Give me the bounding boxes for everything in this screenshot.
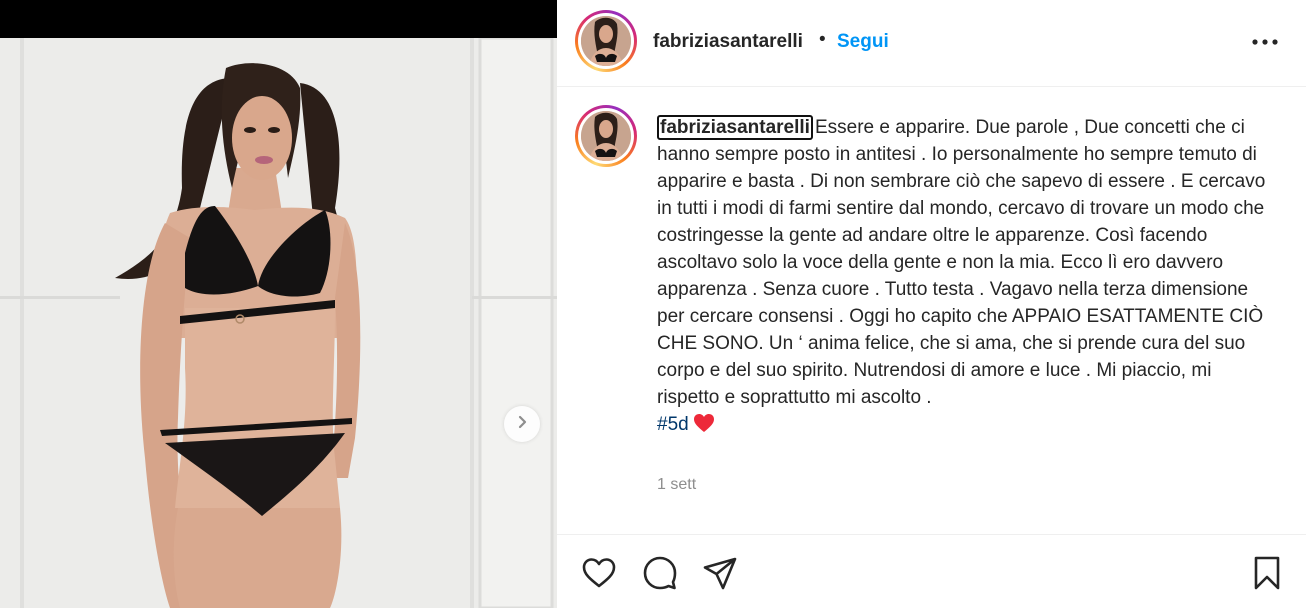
- post-media: [0, 0, 557, 608]
- caption-body: Essere e apparire. Due parole , Due conc…: [657, 117, 1266, 408]
- post-caption: fabriziasantarelli Essere e apparire. Due…: [657, 114, 1277, 441]
- avatar-image: [581, 111, 631, 161]
- caption-area: fabriziasantarelli Essere e apparire. Due…: [557, 88, 1306, 533]
- post-photo-illustration: [0, 38, 557, 608]
- send-icon[interactable]: [702, 555, 738, 591]
- next-photo-button[interactable]: [504, 406, 540, 442]
- dot-separator: •: [819, 29, 826, 50]
- heart-icon[interactable]: [581, 555, 617, 591]
- post-author-username[interactable]: fabriziasantarelli: [653, 31, 803, 53]
- action-bar: [557, 534, 1306, 608]
- chevron-right-icon: [514, 414, 530, 435]
- post-timestamp[interactable]: 1 sett: [657, 476, 696, 494]
- header-avatar[interactable]: [575, 10, 637, 72]
- bookmark-icon[interactable]: [1249, 555, 1285, 591]
- follow-button[interactable]: Segui: [837, 31, 889, 53]
- post-photo[interactable]: [0, 38, 557, 608]
- red-heart-emoji: [693, 413, 715, 441]
- post-header: fabriziasantarelli • Segui: [557, 0, 1306, 87]
- caption-avatar[interactable]: [575, 105, 637, 167]
- more-options-icon[interactable]: [1249, 30, 1281, 54]
- avatar-image: [581, 16, 631, 66]
- post-details-panel: fabriziasantarelli • Segui fabriziasanta…: [557, 0, 1306, 608]
- caption-username[interactable]: fabriziasantarelli: [657, 115, 813, 140]
- comment-icon[interactable]: [642, 555, 678, 591]
- hashtag-link[interactable]: #5d: [657, 414, 689, 435]
